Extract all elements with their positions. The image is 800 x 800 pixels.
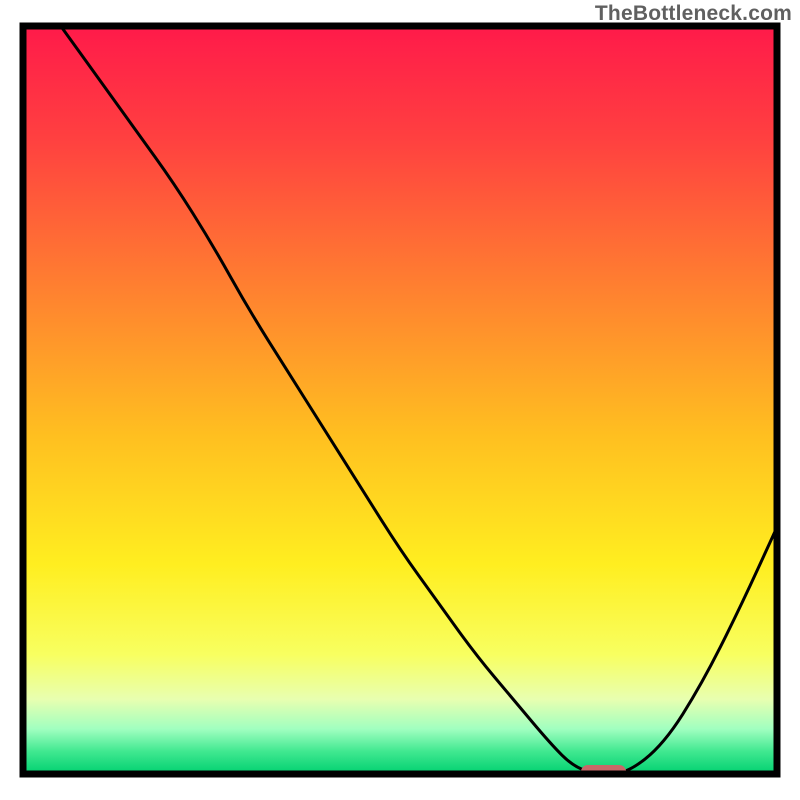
- chart-container: TheBottleneck.com: [0, 0, 800, 800]
- plot-background: [23, 26, 777, 774]
- chart-svg: [0, 0, 800, 800]
- attribution-text: TheBottleneck.com: [595, 2, 792, 26]
